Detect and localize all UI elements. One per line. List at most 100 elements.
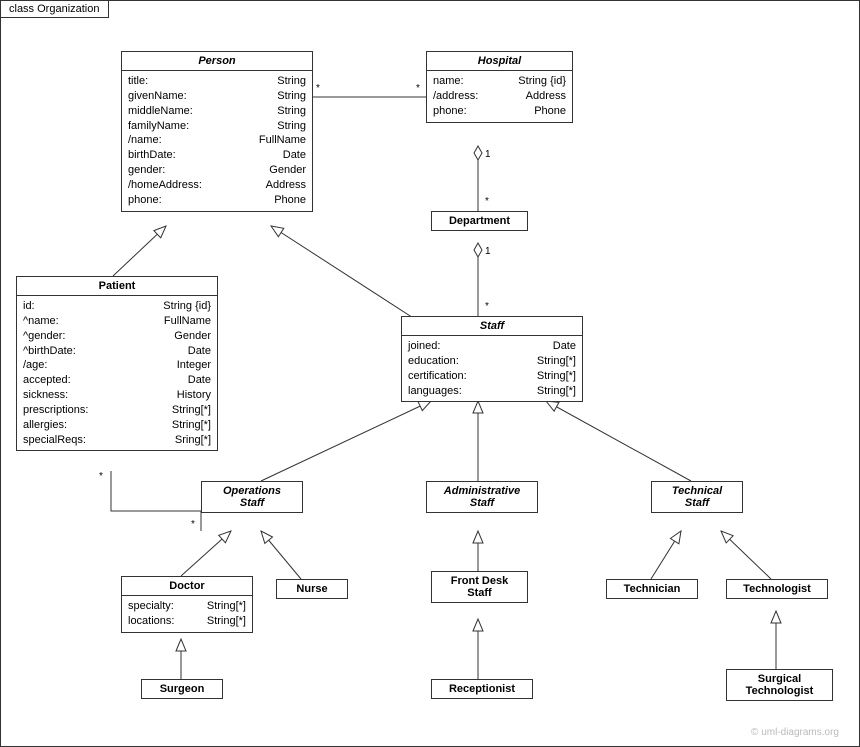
attr-type: Gender (174, 329, 211, 344)
mult: * (416, 83, 420, 94)
attr-type: Date (553, 339, 576, 354)
attr-type: String[*] (172, 403, 211, 418)
attr-type: String[*] (537, 384, 576, 399)
class-title: Operations Staff (202, 482, 302, 512)
attr-name: phone: (433, 104, 467, 119)
attr-name: languages: (408, 384, 462, 399)
attr-type: String[*] (172, 418, 211, 433)
attr-name: familyName: (128, 119, 189, 134)
mult: 1 (485, 149, 491, 160)
class-title: Surgical Technologist (727, 670, 832, 700)
attr-name: joined: (408, 339, 440, 354)
attr-type: String (277, 74, 306, 89)
attr-type: Address (266, 178, 306, 193)
attr-type: FullName (164, 314, 211, 329)
class-title: Person (122, 52, 312, 71)
attr-name: /homeAddress: (128, 178, 202, 193)
class-title: Receptionist (432, 680, 532, 698)
attr-name: /address: (433, 89, 478, 104)
mult: * (191, 519, 195, 530)
class-surg-tech: Surgical Technologist (726, 669, 833, 701)
attr-type: String {id} (163, 299, 211, 314)
class-title: Technologist (727, 580, 827, 598)
class-tech-staff: Technical Staff (651, 481, 743, 513)
attr-name: locations: (128, 614, 174, 629)
attr-name: gender: (128, 163, 165, 178)
attr-type: Date (188, 373, 211, 388)
attr-name: /age: (23, 358, 47, 373)
class-patient: Patient id: String {id} ^name: FullName ^gen… (16, 276, 218, 451)
attr-type: Integer (177, 358, 211, 373)
class-title: Department (432, 212, 527, 230)
class-doctor: Doctor specialty: String[*] locations: Stri… (121, 576, 253, 633)
class-person: Person title:StringgivenName:Stringmiddl… (121, 51, 313, 212)
attr-name: id: (23, 299, 35, 314)
attr-name: specialReqs: (23, 433, 86, 448)
diagram-frame: class Organization (0, 0, 860, 747)
class-attrs: title:StringgivenName:StringmiddleName:S… (122, 71, 312, 211)
class-title: Technician (607, 580, 697, 598)
attr-name: phone: (128, 193, 162, 208)
attr-type: String[*] (207, 614, 246, 629)
class-admin-staff: Administrative Staff (426, 481, 538, 513)
attr-name: middleName: (128, 104, 193, 119)
class-title: Staff (402, 317, 582, 336)
mult: 1 (485, 246, 491, 257)
attr-name: birthDate: (128, 148, 176, 163)
attr-name: ^gender: (23, 329, 65, 344)
attr-type: String[*] (537, 369, 576, 384)
mult: * (485, 301, 489, 312)
attr-name: ^name: (23, 314, 59, 329)
mult: * (99, 471, 103, 482)
attr-name: education: (408, 354, 459, 369)
class-title: Technical Staff (652, 482, 742, 512)
class-ops-staff: Operations Staff (201, 481, 303, 513)
attr-type: Phone (274, 193, 306, 208)
attr-type: String (277, 104, 306, 119)
class-attrs: name:String {id}/address:Addressphone:Ph… (427, 71, 572, 122)
copyright: © uml-diagrams.org (751, 727, 839, 738)
class-technologist: Technologist (726, 579, 828, 599)
attr-type: Sring[*] (175, 433, 211, 448)
attr-type: String (277, 119, 306, 134)
attr-name: allergies: (23, 418, 67, 433)
attr-type: Address (526, 89, 566, 104)
class-attrs: specialty: String[*] locations: String[*] (122, 596, 252, 632)
class-department: Department (431, 211, 528, 231)
attr-type: Gender (269, 163, 306, 178)
class-title: Doctor (122, 577, 252, 596)
attr-type: String {id} (518, 74, 566, 89)
attr-type: FullName (259, 133, 306, 148)
class-attrs: id: String {id} ^name: FullName ^gender: Gend… (17, 296, 217, 450)
attr-type: String (277, 89, 306, 104)
attr-name: /name: (128, 133, 162, 148)
mult: * (485, 196, 489, 207)
class-nurse: Nurse (276, 579, 348, 599)
class-attrs: joined: Date education: String[*] certificat… (402, 336, 582, 401)
class-surgeon: Surgeon (141, 679, 223, 699)
attr-type: String[*] (207, 599, 246, 614)
class-title: Hospital (427, 52, 572, 71)
attr-name: ^birthDate: (23, 344, 76, 359)
attr-type: History (177, 388, 211, 403)
mult: * (316, 83, 320, 94)
attr-type: String[*] (537, 354, 576, 369)
class-title: Front Desk Staff (432, 572, 527, 602)
attr-type: Date (188, 344, 211, 359)
class-title: Administrative Staff (427, 482, 537, 512)
class-title: Surgeon (142, 680, 222, 698)
attr-name: prescriptions: (23, 403, 88, 418)
attr-name: title: (128, 74, 148, 89)
class-frontdesk: Front Desk Staff (431, 571, 528, 603)
attr-name: accepted: (23, 373, 71, 388)
attr-name: certification: (408, 369, 467, 384)
attr-name: specialty: (128, 599, 174, 614)
class-receptionist: Receptionist (431, 679, 533, 699)
frame-label: class Organization (0, 0, 109, 18)
class-technician: Technician (606, 579, 698, 599)
attr-type: Date (283, 148, 306, 163)
attr-name: name: (433, 74, 464, 89)
attr-name: sickness: (23, 388, 68, 403)
class-title: Patient (17, 277, 217, 296)
class-hospital: Hospital name: String {id} /address: Addres… (426, 51, 573, 123)
